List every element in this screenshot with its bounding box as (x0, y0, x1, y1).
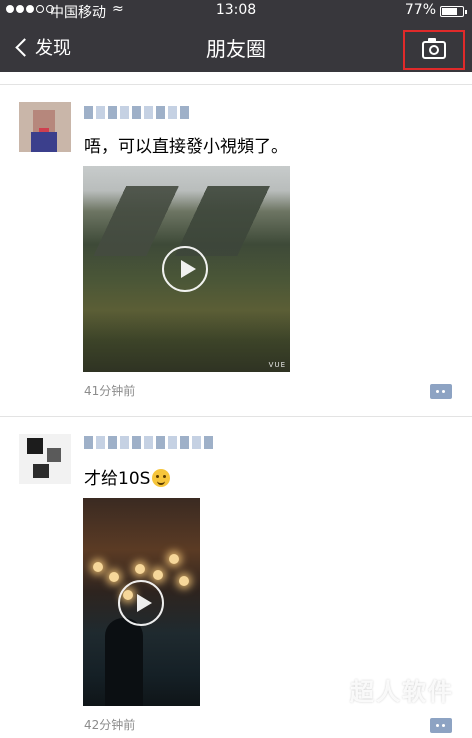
watermark-brand: 超人软件 (350, 678, 454, 706)
camera-icon (422, 38, 446, 59)
divider (0, 84, 472, 85)
vue-watermark: VUE (268, 361, 286, 369)
camera-button[interactable] (403, 30, 465, 70)
top-bar: 中国移动 ≈ 13:08 77% 发现 朋友圈 (0, 0, 472, 72)
status-time: 13:08 (215, 2, 257, 18)
site-watermark: 超人软件 www.crxz.com (294, 668, 464, 730)
post-time: 41分钟前 (84, 384, 136, 398)
video-thumbnail[interactable]: VUE (83, 166, 290, 372)
post-time: 42分钟前 (84, 718, 136, 732)
avatar[interactable] (19, 434, 71, 484)
play-icon[interactable] (118, 580, 164, 626)
play-icon[interactable] (162, 246, 208, 292)
post-text: 才给10S (84, 464, 171, 489)
battery-icon (440, 6, 467, 17)
status-bar: 中国移动 ≈ 13:08 77% (0, 0, 472, 22)
watermark-url: www.crxz.com (352, 706, 436, 717)
page-title: 朋友圈 (206, 37, 266, 61)
avatar[interactable] (19, 102, 71, 152)
diamond-logo-icon (294, 674, 338, 710)
battery-percent: 77% (404, 2, 436, 18)
author-name-pixelated[interactable] (84, 436, 213, 450)
moments-feed[interactable]: 唔，可以直接發小視頻了。 VUE 41分钟前 才给10S 42分钟前 (0, 72, 472, 738)
post-text-content: 才给10S (84, 469, 151, 489)
grimace-emoji-icon (152, 469, 171, 487)
video-thumbnail[interactable] (83, 498, 200, 706)
comment-button[interactable] (430, 384, 452, 399)
author-name-pixelated[interactable] (84, 106, 189, 120)
post-text: 唔，可以直接發小視頻了。 (84, 137, 288, 157)
divider (0, 416, 472, 417)
navigation-bar: 发现 朋友圈 (0, 22, 472, 72)
